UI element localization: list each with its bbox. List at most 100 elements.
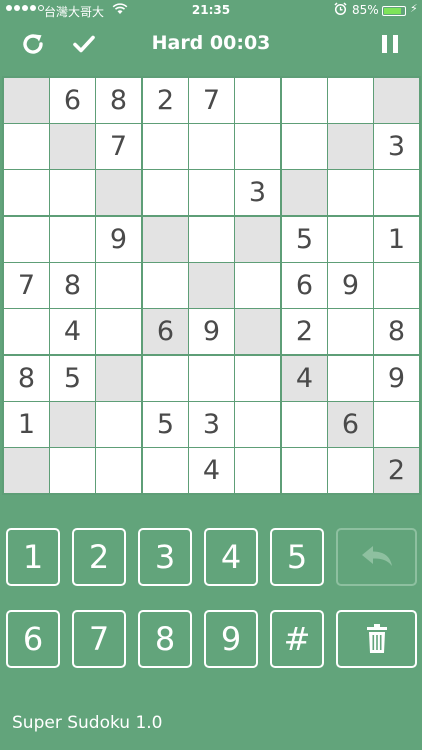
board-cell[interactable]: 3 [189, 402, 234, 447]
board-cell[interactable]: 2 [143, 78, 188, 123]
board-cell[interactable] [328, 356, 373, 401]
board-cell[interactable] [96, 263, 141, 308]
alarm-icon [334, 2, 347, 19]
board-cell[interactable] [235, 217, 280, 262]
board-cell[interactable] [50, 124, 95, 169]
board-cell[interactable] [4, 217, 49, 262]
number-key-4[interactable]: 4 [204, 528, 258, 586]
board-cell[interactable] [143, 170, 188, 215]
clear-cell-button[interactable] [336, 610, 417, 668]
board-cell[interactable] [374, 170, 419, 215]
board-cell[interactable] [235, 402, 280, 447]
board-cell[interactable] [96, 402, 141, 447]
board-cell[interactable]: 4 [50, 309, 95, 354]
board-cell[interactable]: 8 [96, 78, 141, 123]
board-cell[interactable] [96, 356, 141, 401]
board-cell[interactable]: 9 [328, 263, 373, 308]
board-cell[interactable]: 8 [374, 309, 419, 354]
board-cell[interactable]: 8 [50, 263, 95, 308]
board-cell[interactable]: 6 [50, 78, 95, 123]
board-cell[interactable]: 3 [374, 124, 419, 169]
board-cell[interactable] [189, 217, 234, 262]
board-cell[interactable] [96, 309, 141, 354]
board-cell[interactable] [189, 263, 234, 308]
board-cell[interactable] [189, 124, 234, 169]
board-cell[interactable] [143, 448, 188, 493]
board-cell[interactable] [50, 170, 95, 215]
board-cell[interactable]: 3 [235, 170, 280, 215]
board-cell[interactable] [282, 448, 327, 493]
board-cell[interactable]: 7 [189, 78, 234, 123]
number-key-7[interactable]: 7 [72, 610, 126, 668]
board-cell[interactable] [50, 448, 95, 493]
board-cell[interactable]: 2 [282, 309, 327, 354]
board-cell[interactable] [282, 170, 327, 215]
board-cell[interactable] [374, 263, 419, 308]
board-cell[interactable] [374, 402, 419, 447]
number-key-1[interactable]: 1 [6, 528, 60, 586]
pause-button[interactable] [374, 28, 406, 60]
number-key-5[interactable]: 5 [270, 528, 324, 586]
board-cell[interactable] [235, 309, 280, 354]
board-cell[interactable] [4, 448, 49, 493]
board-cell[interactable] [143, 217, 188, 262]
undo-button[interactable] [336, 528, 417, 586]
board-cell[interactable] [235, 448, 280, 493]
board-cell[interactable] [235, 78, 280, 123]
board-cell[interactable] [189, 170, 234, 215]
board-cell[interactable]: 1 [374, 217, 419, 262]
board-cell[interactable] [282, 402, 327, 447]
board-cell[interactable] [235, 356, 280, 401]
check-solution-button[interactable] [68, 28, 100, 60]
board-cell[interactable]: 1 [4, 402, 49, 447]
notes-toggle-button[interactable]: # [270, 610, 324, 668]
number-key-2[interactable]: 2 [72, 528, 126, 586]
board-cell[interactable] [143, 124, 188, 169]
board-cell[interactable] [235, 263, 280, 308]
board-cell[interactable]: 7 [96, 124, 141, 169]
board-cell[interactable] [328, 78, 373, 123]
board-cell[interactable]: 6 [328, 402, 373, 447]
board-cell[interactable]: 4 [189, 448, 234, 493]
board-cell[interactable]: 7 [4, 263, 49, 308]
board-cell[interactable] [143, 356, 188, 401]
board-cell[interactable] [374, 78, 419, 123]
board-cell[interactable] [328, 217, 373, 262]
board-cell[interactable] [282, 78, 327, 123]
board-cell[interactable]: 5 [282, 217, 327, 262]
board-cell[interactable]: 6 [282, 263, 327, 308]
board-cell[interactable]: 5 [50, 356, 95, 401]
board-cell[interactable] [4, 309, 49, 354]
grid-line-horizontal [2, 447, 421, 448]
grid-line-vertical [419, 76, 421, 495]
board-cell[interactable] [4, 170, 49, 215]
board-cell[interactable]: 8 [4, 356, 49, 401]
board-cell[interactable] [328, 124, 373, 169]
board-cell[interactable] [235, 124, 280, 169]
board-cell[interactable] [4, 78, 49, 123]
board-cell[interactable] [328, 170, 373, 215]
board-cell[interactable]: 6 [143, 309, 188, 354]
board-cell[interactable]: 2 [374, 448, 419, 493]
board-cell[interactable] [96, 448, 141, 493]
number-key-6[interactable]: 6 [6, 610, 60, 668]
board-cell[interactable] [282, 124, 327, 169]
board-cell[interactable] [4, 124, 49, 169]
restart-button[interactable] [17, 28, 49, 60]
number-key-3[interactable]: 3 [138, 528, 192, 586]
board-cell[interactable]: 9 [96, 217, 141, 262]
number-key-9[interactable]: 9 [204, 610, 258, 668]
board-cell[interactable] [50, 217, 95, 262]
refresh-icon [23, 34, 43, 54]
board-cell[interactable]: 9 [189, 309, 234, 354]
board-cell[interactable] [328, 448, 373, 493]
board-cell[interactable]: 5 [143, 402, 188, 447]
board-cell[interactable] [96, 170, 141, 215]
number-key-8[interactable]: 8 [138, 610, 192, 668]
board-cell[interactable] [189, 356, 234, 401]
board-cell[interactable] [143, 263, 188, 308]
board-cell[interactable]: 4 [282, 356, 327, 401]
board-cell[interactable] [328, 309, 373, 354]
board-cell[interactable]: 9 [374, 356, 419, 401]
board-cell[interactable] [50, 402, 95, 447]
